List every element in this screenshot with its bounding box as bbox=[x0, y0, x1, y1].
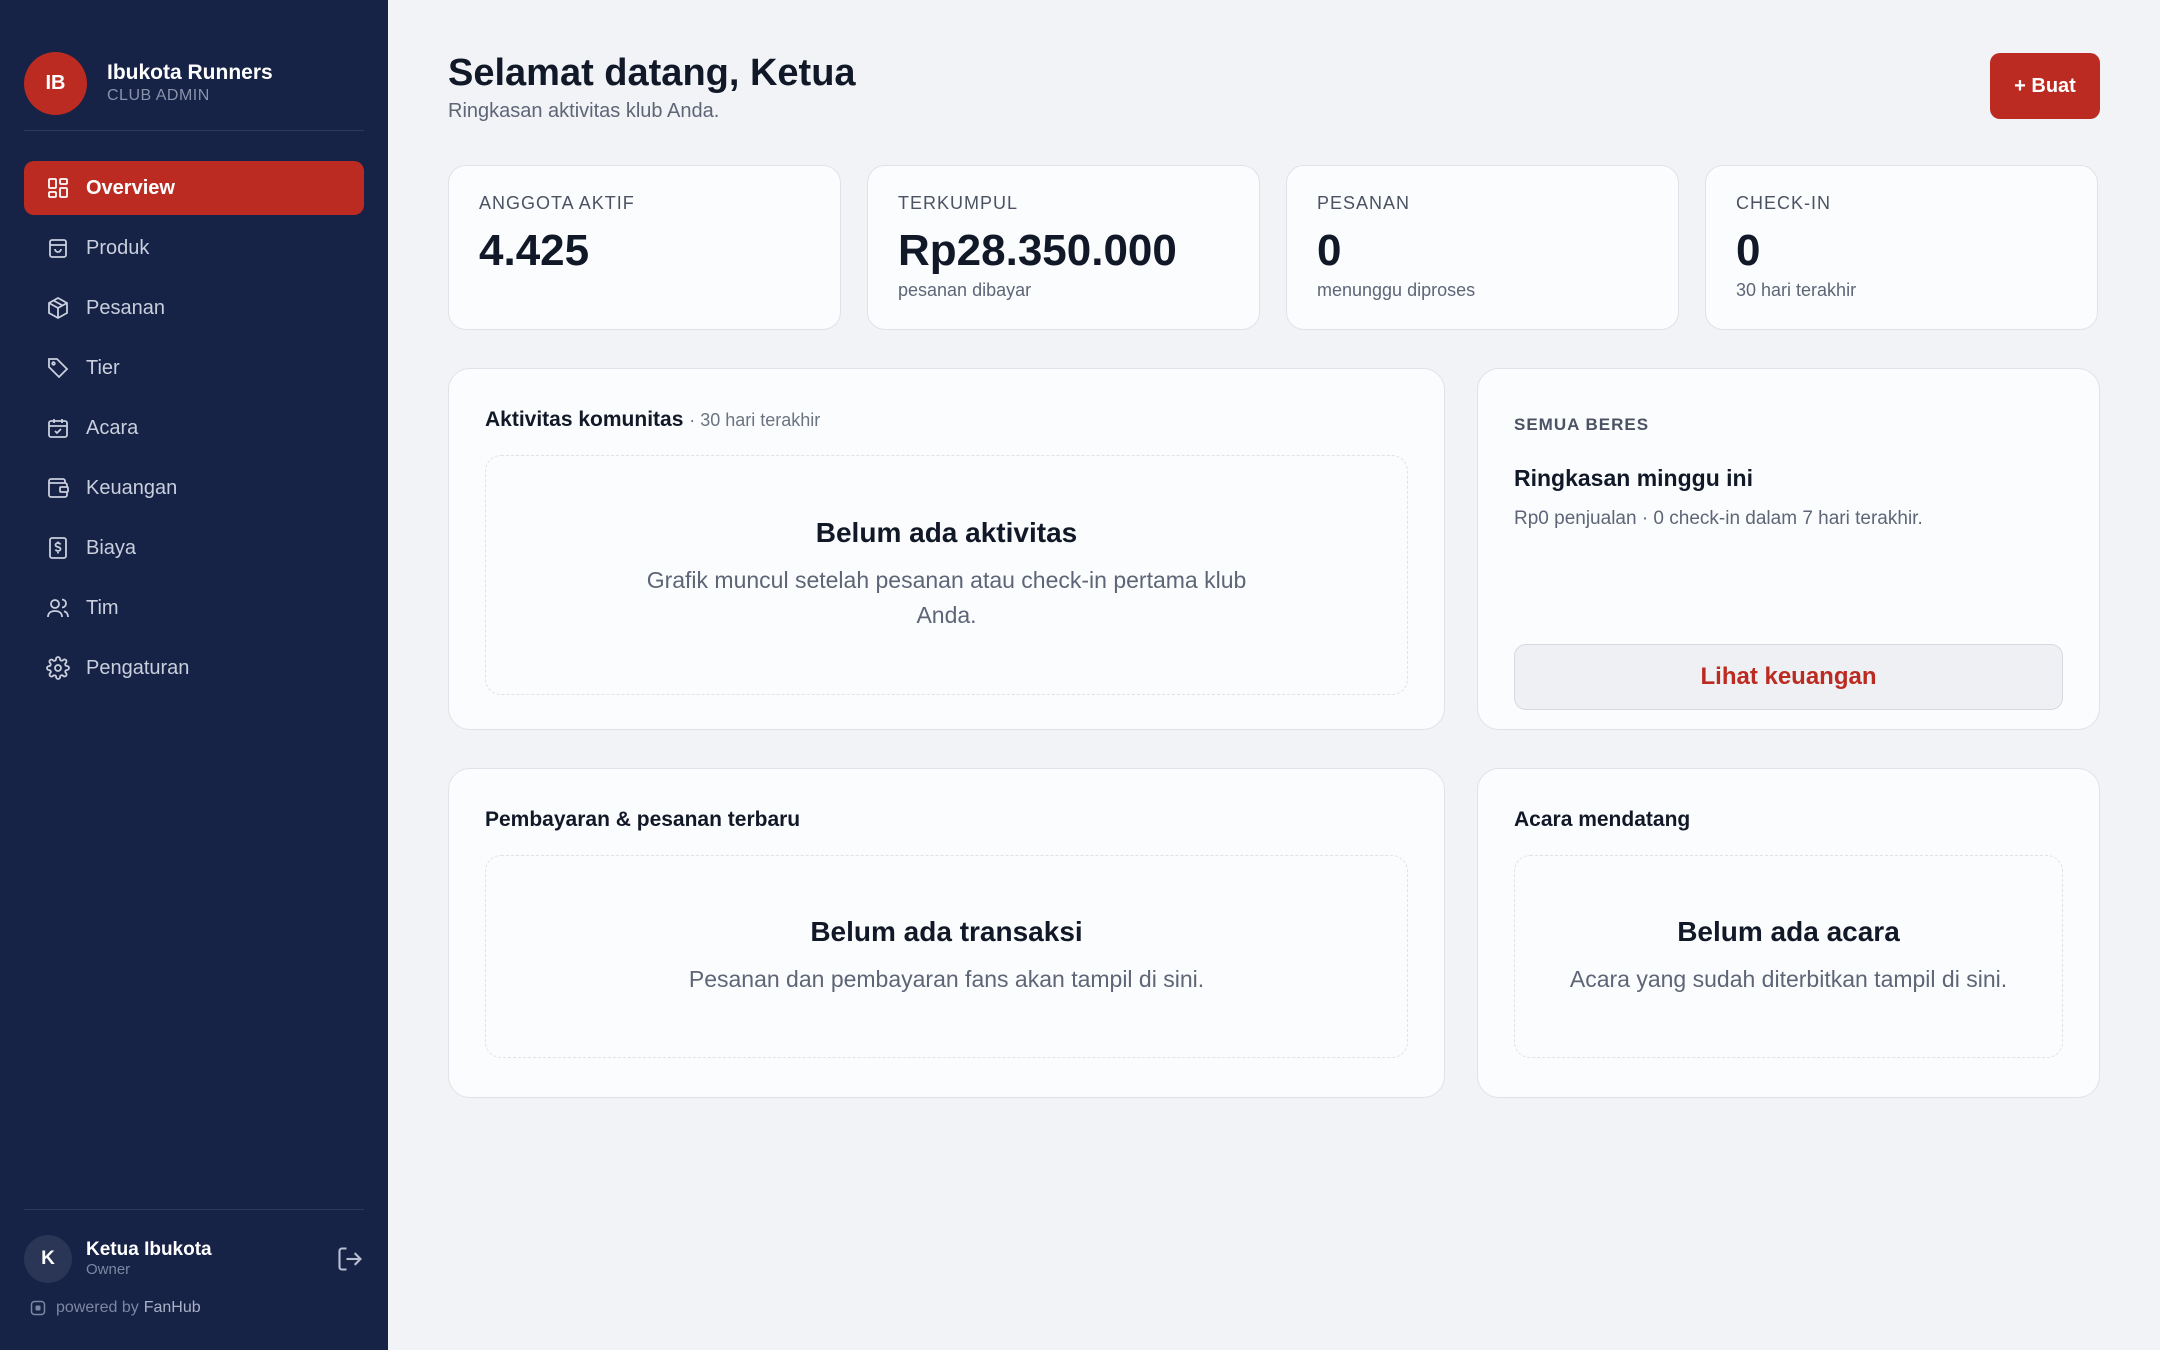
summary-title: Ringkasan minggu ini bbox=[1514, 465, 1753, 491]
summary-card: SEMUA BERES Ringkasan minggu ini Rp0 pen… bbox=[1477, 368, 2100, 730]
footer-divider bbox=[24, 1209, 364, 1210]
empty-description: Grafik muncul setelah pesanan atau check… bbox=[646, 567, 1247, 628]
receipt-icon bbox=[46, 536, 70, 560]
sidebar-item-label: Pesanan bbox=[86, 296, 165, 319]
sidebar-item-acara[interactable]: Acara bbox=[24, 401, 364, 455]
events-empty-state: Belum ada acara Acara yang sudah diterbi… bbox=[1514, 855, 2063, 1058]
stat-card-pesanan: PESANAN 0 menunggu diproses bbox=[1286, 165, 1679, 330]
header-text: Selamat datang, Ketua Ringkasan aktivita… bbox=[448, 50, 856, 123]
user-text: Ketua Ibukota Owner bbox=[86, 1239, 336, 1279]
events-title: Acara mendatang bbox=[1514, 808, 1691, 831]
tag-icon bbox=[46, 356, 70, 380]
stats-row: ANGGOTA AKTIF 4.425 TERKUMPUL Rp28.350.0… bbox=[448, 165, 2100, 330]
activity-empty-state: Belum ada aktivitas Grafik muncul setela… bbox=[485, 455, 1408, 695]
stat-value: 0 bbox=[1317, 226, 1342, 275]
empty-title: Belum ada aktivitas bbox=[815, 517, 1078, 548]
sidebar-item-pesanan[interactable]: Pesanan bbox=[24, 281, 364, 335]
stat-card-anggota: ANGGOTA AKTIF 4.425 bbox=[448, 165, 841, 330]
wallet-icon bbox=[46, 476, 70, 500]
stat-label: CHECK-IN bbox=[1736, 193, 1832, 213]
stat-label: ANGGOTA AKTIF bbox=[479, 193, 635, 213]
stat-value: 0 bbox=[1736, 226, 1761, 275]
fanhub-logo-icon bbox=[30, 1300, 46, 1316]
stat-label: PESANAN bbox=[1317, 193, 1411, 213]
powered-by: powered by FanHub bbox=[30, 1296, 364, 1320]
bag-icon bbox=[46, 236, 70, 260]
page-subtitle: Ringkasan aktivitas klub Anda. bbox=[448, 100, 720, 122]
powered-brand: FanHub bbox=[143, 1299, 201, 1316]
stat-sub: pesanan dibayar bbox=[898, 280, 1032, 300]
sidebar-item-label: Biaya bbox=[86, 536, 137, 559]
sidebar-item-overview[interactable]: Overview bbox=[24, 161, 364, 215]
stat-card-terkumpul: TERKUMPUL Rp28.350.000 pesanan dibayar bbox=[867, 165, 1260, 330]
stat-sub: menunggu diproses bbox=[1317, 280, 1476, 300]
avatar: K bbox=[24, 1235, 72, 1283]
app: IB Ibukota Runners CLUB ADMIN Overview P… bbox=[0, 0, 2160, 1350]
logout-icon[interactable] bbox=[336, 1245, 364, 1273]
view-finance-button[interactable]: Lihat keuangan bbox=[1514, 644, 2063, 710]
sidebar-item-biaya[interactable]: Biaya bbox=[24, 521, 364, 575]
brand-role: CLUB ADMIN bbox=[107, 87, 210, 104]
users-icon bbox=[46, 596, 70, 620]
gear-icon bbox=[46, 656, 70, 680]
payments-title: Pembayaran & pesanan terbaru bbox=[485, 808, 801, 831]
activity-card: Aktivitas komunitas · 30 hari terakhir B… bbox=[448, 368, 1445, 730]
sidebar-nav: Overview Produk Pesanan Tier Acara Keuan… bbox=[0, 161, 388, 701]
sidebar-item-pengaturan[interactable]: Pengaturan bbox=[24, 641, 364, 695]
bottom-row: Pembayaran & pesanan terbaru Belum ada t… bbox=[448, 768, 2100, 1098]
payments-empty-state: Belum ada transaksi Pesanan dan pembayar… bbox=[485, 855, 1408, 1058]
empty-title: Belum ada transaksi bbox=[810, 916, 1083, 947]
stat-sub: 30 hari terakhir bbox=[1736, 280, 1857, 300]
sidebar-item-label: Produk bbox=[86, 236, 150, 259]
activity-title-text: Aktivitas komunitas bbox=[485, 408, 684, 431]
sidebar-item-keuangan[interactable]: Keuangan bbox=[24, 461, 364, 515]
user-row: K Ketua Ibukota Owner bbox=[24, 1234, 364, 1284]
activity-row: Aktivitas komunitas · 30 hari terakhir B… bbox=[448, 368, 2100, 730]
page-header: Selamat datang, Ketua Ringkasan aktivita… bbox=[448, 50, 2100, 165]
payments-card: Pembayaran & pesanan terbaru Belum ada t… bbox=[448, 768, 1445, 1098]
sidebar-item-label: Keuangan bbox=[86, 476, 178, 499]
sidebar-item-label: Tier bbox=[86, 356, 120, 379]
main-content: Selamat datang, Ketua Ringkasan aktivita… bbox=[388, 0, 2160, 1350]
sidebar-item-label: Overview bbox=[86, 176, 175, 199]
powered-prefix: powered by bbox=[56, 1299, 139, 1316]
summary-kicker: SEMUA BERES bbox=[1514, 415, 1650, 434]
empty-title: Belum ada acara bbox=[1677, 916, 1900, 947]
empty-description: Acara yang sudah diterbitkan tampil di s… bbox=[1569, 966, 2008, 992]
sidebar-item-produk[interactable]: Produk bbox=[24, 221, 364, 275]
brand-avatar: IB bbox=[24, 51, 87, 115]
brand-text: Ibukota Runners CLUB ADMIN bbox=[107, 60, 273, 106]
activity-title: Aktivitas komunitas · 30 hari terakhir bbox=[485, 407, 1408, 433]
sidebar-item-tim[interactable]: Tim bbox=[24, 581, 364, 635]
sidebar-item-label: Tim bbox=[86, 596, 119, 619]
empty-description: Pesanan dan pembayaran fans akan tampil … bbox=[688, 966, 1205, 992]
user-name: Ketua Ibukota bbox=[86, 1239, 212, 1260]
stat-label: TERKUMPUL bbox=[898, 193, 1019, 213]
events-card: Acara mendatang Belum ada acara Acara ya… bbox=[1477, 768, 2100, 1098]
sidebar-item-label: Pengaturan bbox=[86, 656, 190, 679]
stat-card-checkin: CHECK-IN 0 30 hari terakhir bbox=[1705, 165, 2098, 330]
create-button[interactable]: + Buat bbox=[1990, 53, 2100, 119]
sidebar-footer: K Ketua Ibukota Owner powered by FanHub bbox=[24, 1209, 364, 1350]
brand: IB Ibukota Runners CLUB ADMIN bbox=[0, 0, 388, 130]
sidebar-divider bbox=[24, 130, 364, 131]
page-title: Selamat datang, Ketua bbox=[448, 52, 856, 94]
stat-value: Rp28.350.000 bbox=[898, 226, 1177, 275]
summary-description: Rp0 penjualan · 0 check-in dalam 7 hari … bbox=[1514, 508, 1923, 529]
sidebar-item-label: Acara bbox=[86, 416, 139, 439]
grid-icon bbox=[46, 176, 70, 200]
activity-range: · 30 hari terakhir bbox=[689, 410, 821, 430]
sidebar-item-tier[interactable]: Tier bbox=[24, 341, 364, 395]
user-role: Owner bbox=[86, 1261, 131, 1278]
box-icon bbox=[46, 296, 70, 320]
sidebar: IB Ibukota Runners CLUB ADMIN Overview P… bbox=[0, 0, 388, 1350]
calendar-icon bbox=[46, 416, 70, 440]
stat-value: 4.425 bbox=[479, 226, 590, 275]
brand-name: Ibukota Runners bbox=[107, 61, 273, 84]
